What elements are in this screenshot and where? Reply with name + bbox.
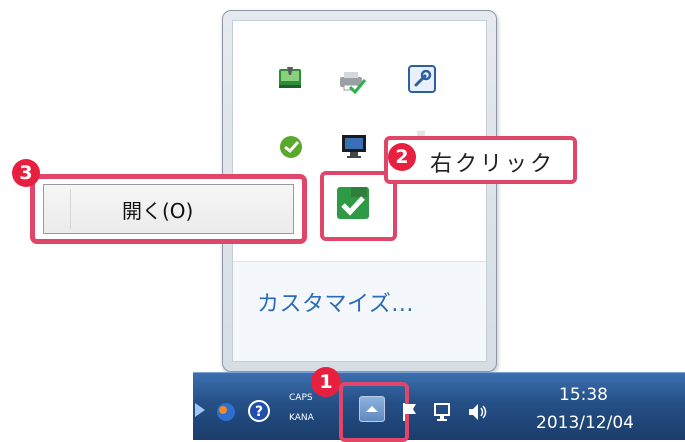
right-click-label: 右クリック [430, 152, 556, 177]
step-3-badge: 3 [12, 159, 40, 187]
chat-icon[interactable] [277, 133, 307, 163]
taskbar: ? CAPS KANA 1 15:38 2013/12/04 [193, 367, 685, 442]
browser-icon[interactable] [215, 401, 237, 423]
kana-indicator: KANA [289, 413, 314, 423]
clock-date[interactable]: 2013/12/04 [536, 413, 634, 433]
show-hidden-icons-button[interactable] [359, 396, 385, 422]
step-1-badge: 1 [311, 367, 341, 397]
context-menu-item-label: 開く(O) [122, 199, 194, 223]
caps-indicator: CAPS [289, 393, 313, 403]
context-menu: 開く(O) [30, 174, 307, 244]
wrench-icon[interactable] [407, 64, 437, 94]
svg-text:?: ? [255, 404, 263, 420]
action-center-flag-icon[interactable] [401, 401, 419, 423]
context-menu-item-open[interactable]: 開く(O) [44, 185, 293, 233]
menu-gutter [70, 189, 71, 229]
sync-status-icon[interactable] [275, 63, 305, 93]
step-2-badge: 2 [388, 143, 416, 171]
taskbar-partial-icon[interactable] [195, 399, 207, 421]
monitor-icon[interactable] [339, 131, 369, 161]
customize-link[interactable]: カスタマイズ... [257, 286, 414, 318]
volume-icon[interactable] [467, 401, 489, 423]
context-menu-panel: 開く(O) [43, 184, 294, 234]
network-icon[interactable] [433, 401, 455, 423]
clock-time[interactable]: 15:38 [559, 385, 608, 405]
help-icon[interactable]: ? [247, 399, 271, 423]
chevron-up-icon [366, 406, 378, 412]
printer-check-icon[interactable] [337, 67, 367, 97]
